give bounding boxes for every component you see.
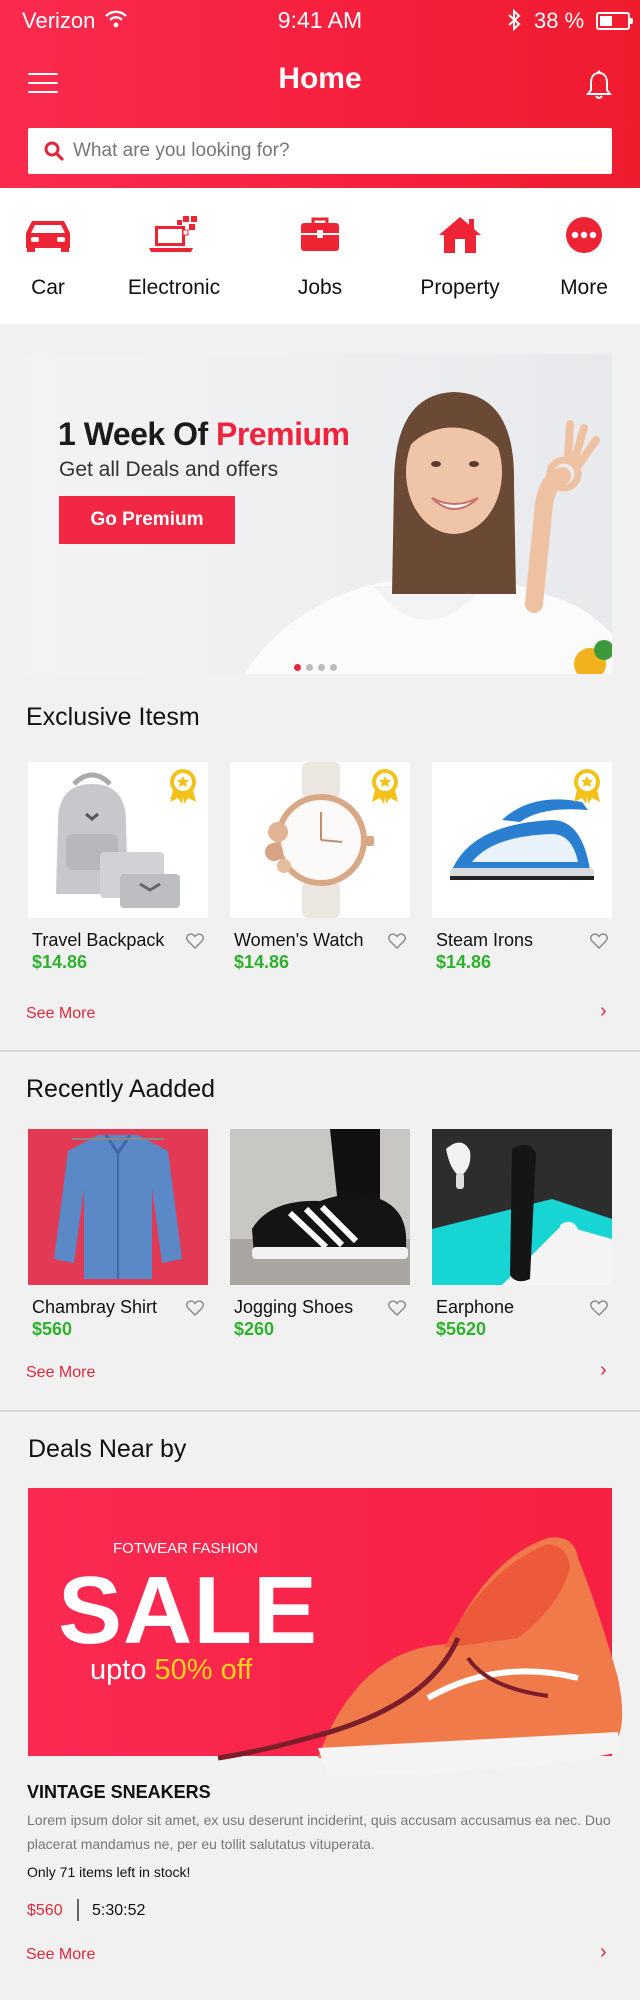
award-badge-icon <box>574 769 600 804</box>
category-bar: Car Electronic Jobs Property More <box>0 188 640 324</box>
product-price: $14.86 <box>436 952 492 972</box>
sale-banner[interactable]: FOTWEAR FASHION SALE upto 50% off <box>28 1488 623 1776</box>
recent-section-title: Recently Aadded <box>26 1075 216 1103</box>
product-price: $14.86 <box>234 952 290 972</box>
heart-icon[interactable] <box>590 1300 608 1316</box>
exclusive-see-more-link[interactable]: See More <box>26 1005 95 1023</box>
deal-description: Lorem ipsum dolor sit amet, ex usu deser… <box>27 1812 611 1852</box>
award-badge-icon <box>372 769 398 804</box>
deals-section-title: Deals Near by <box>28 1435 187 1463</box>
briefcase-icon <box>301 217 339 251</box>
category-property[interactable]: Property <box>400 212 520 300</box>
deal-product-name: VINTAGE SNEAKERS <box>27 1782 211 1802</box>
category-car[interactable]: Car <box>0 212 108 300</box>
laptop-icon <box>149 216 197 252</box>
search-input[interactable] <box>73 128 593 174</box>
recent-see-more-link[interactable]: See More <box>26 1364 95 1382</box>
banner-title: 1 Week Of Premium <box>58 416 350 452</box>
price-divider <box>77 1899 79 1921</box>
battery-percent: 38 % <box>534 8 585 33</box>
heart-icon[interactable] <box>186 933 204 949</box>
product-price: $560 <box>32 1319 73 1339</box>
product-name: Earphone <box>436 1297 515 1317</box>
app-header: Verizon 9:41 AM 38 % Home <box>0 0 640 188</box>
car-icon <box>26 221 70 252</box>
category-jobs[interactable]: Jobs <box>260 212 380 300</box>
shirt-image <box>54 1134 182 1279</box>
carousel-dot[interactable] <box>330 664 337 671</box>
sneaker-image <box>218 1537 623 1776</box>
exclusive-section-title: Exclusive Itesm <box>26 703 200 731</box>
house-icon <box>439 217 481 253</box>
product-card[interactable]: Travel Backpack $14.86 <box>28 762 208 972</box>
product-name: Chambray Shirt <box>32 1297 158 1317</box>
product-card[interactable]: Earphone $5620 <box>432 1129 612 1339</box>
earphone-image <box>432 1142 612 1285</box>
deal-price: $560 <box>27 1902 63 1919</box>
heart-icon[interactable] <box>590 933 608 949</box>
product-price: $260 <box>234 1319 275 1339</box>
product-image[interactable] <box>28 1129 208 1285</box>
jogging-shoes-image <box>230 1129 410 1285</box>
product-card[interactable]: Chambray Shirt $560 <box>28 1129 208 1339</box>
category-electronic[interactable]: Electronic <box>114 212 234 300</box>
award-badge-icon <box>170 769 196 804</box>
product-image[interactable] <box>28 762 208 918</box>
category-more[interactable]: More <box>524 212 640 300</box>
heart-icon[interactable] <box>186 1300 204 1316</box>
section-divider <box>0 1050 640 1052</box>
search-icon <box>44 141 64 161</box>
bell-icon[interactable] <box>586 70 612 100</box>
product-image[interactable] <box>230 1129 410 1285</box>
deal-stock-notice: Only 71 items left in stock! <box>27 1864 191 1880</box>
product-price: $14.86 <box>32 952 88 972</box>
section-divider <box>0 1410 640 1412</box>
chevron-right-icon[interactable]: › <box>600 1941 607 1964</box>
product-image[interactable] <box>230 762 410 918</box>
search-bar[interactable] <box>28 128 612 174</box>
product-image[interactable] <box>432 762 612 918</box>
banner-subtitle: Get all Deals and offers <box>59 458 279 481</box>
chevron-right-icon[interactable]: › <box>600 1000 607 1023</box>
deals-see-more-link[interactable]: See More <box>26 1946 95 1964</box>
more-dots-icon <box>566 217 602 253</box>
product-name: Women's Watch <box>234 930 364 950</box>
product-image[interactable] <box>432 1129 612 1285</box>
carousel-dot[interactable] <box>306 664 313 671</box>
product-name: Steam Irons <box>436 930 534 950</box>
product-name: Jogging Shoes <box>234 1297 354 1317</box>
product-price: $5620 <box>436 1319 487 1339</box>
heart-icon[interactable] <box>388 1300 406 1316</box>
product-card[interactable]: Women's Watch $14.86 <box>230 762 410 972</box>
deal-countdown: 5:30:52 <box>92 1902 146 1919</box>
carousel-dot[interactable] <box>294 664 301 671</box>
bluetooth-icon <box>508 9 521 31</box>
product-name: Travel Backpack <box>32 930 165 950</box>
status-bar: Verizon 9:41 AM 38 % <box>0 0 640 40</box>
product-card[interactable]: Jogging Shoes $260 <box>230 1129 410 1339</box>
product-card[interactable]: Steam Irons $14.86 <box>432 762 612 972</box>
carousel-dot[interactable] <box>318 664 325 671</box>
smiling-woman-image <box>244 392 612 674</box>
carousel-dots <box>294 658 342 674</box>
battery-icon <box>596 12 633 30</box>
chevron-right-icon[interactable]: › <box>600 1359 607 1382</box>
go-premium-button[interactable]: Go Premium <box>59 496 235 544</box>
heart-icon[interactable] <box>388 933 406 949</box>
page-title: Home <box>278 62 362 95</box>
premium-banner[interactable]: 1 Week Of Premium Get all Deals and offe… <box>28 354 612 674</box>
